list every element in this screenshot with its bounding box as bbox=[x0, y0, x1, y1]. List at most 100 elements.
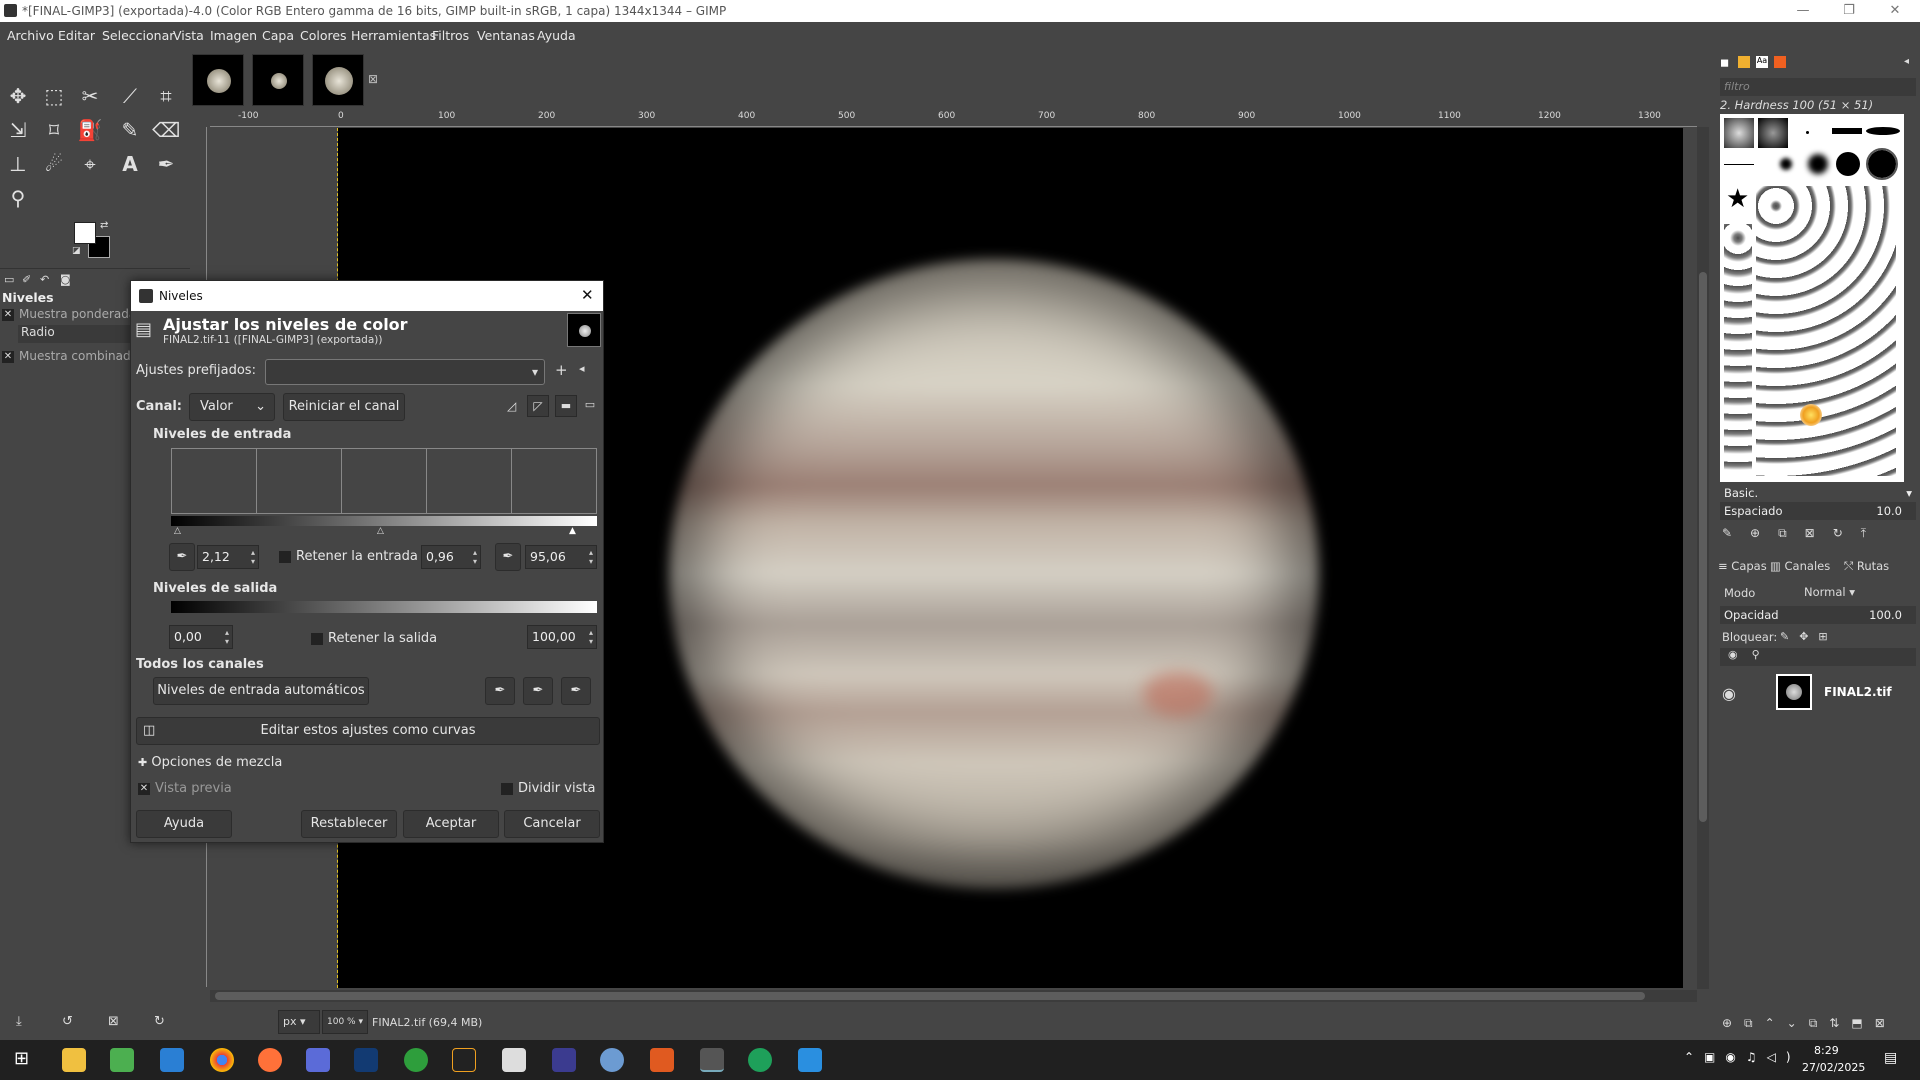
app-icon-8[interactable] bbox=[798, 1048, 822, 1072]
save-tool-preset-icon[interactable]: ⤓ bbox=[16, 1014, 22, 1029]
presets-select[interactable]: ▾ bbox=[265, 359, 545, 385]
layer-name[interactable]: FINAL2.tif bbox=[1824, 685, 1892, 699]
device-status-tab-icon[interactable]: ✐ bbox=[22, 273, 31, 286]
clock-time[interactable]: 8:29 bbox=[1814, 1044, 1839, 1057]
color-picker-tool-icon[interactable]: ✒ bbox=[152, 150, 180, 178]
menu-ayuda[interactable]: Ayuda bbox=[537, 28, 576, 43]
close-dialog-button[interactable]: ✕ bbox=[581, 286, 594, 304]
firefox-icon[interactable] bbox=[258, 1048, 282, 1072]
brush-grid[interactable]: ★ bbox=[1720, 114, 1904, 482]
scissors-tool-icon[interactable]: ✂ bbox=[76, 82, 104, 110]
close-image-tab-icon[interactable]: ⊠ bbox=[368, 72, 378, 86]
cancel-button[interactable]: Cancelar bbox=[504, 810, 600, 838]
spacing-slider[interactable]: Espaciado 10.0 bbox=[1720, 502, 1916, 520]
blend-options-expander[interactable]: ✚ Opciones de mezcla bbox=[138, 755, 282, 770]
brush-filter-input[interactable]: filtro bbox=[1720, 78, 1916, 96]
input-high-spin[interactable]: 95,06 ▴ ▾ bbox=[525, 545, 597, 569]
notepad-icon[interactable] bbox=[110, 1048, 134, 1072]
menu-ventanas[interactable]: Ventanas bbox=[477, 28, 535, 43]
app-icon-2[interactable] bbox=[404, 1048, 428, 1072]
white-picker-icon[interactable]: ✒ bbox=[495, 543, 521, 571]
keep-output-check[interactable]: Retener la salida bbox=[311, 631, 437, 646]
output-low-spin[interactable]: 0,00 ▴ ▾ bbox=[169, 625, 233, 649]
menu-herramientas[interactable]: Herramientas bbox=[351, 28, 436, 43]
app-icon-5[interactable] bbox=[600, 1048, 624, 1072]
histogram-view-icon-2[interactable]: ▭ bbox=[579, 395, 601, 417]
brushes-tab-icon[interactable]: ◼ bbox=[1720, 56, 1729, 69]
sample-average-option[interactable]: ✕ Muestra ponderada bbox=[2, 307, 132, 325]
black-point-handle[interactable]: △ bbox=[174, 526, 181, 536]
menu-archivo[interactable]: Archivo bbox=[7, 28, 54, 43]
patterns-tab-icon[interactable] bbox=[1738, 56, 1750, 68]
default-colors-icon[interactable]: ◪ bbox=[72, 246, 81, 256]
help-button[interactable]: Ayuda bbox=[136, 810, 232, 838]
zoom-select[interactable]: 100 % ▾ bbox=[322, 1010, 368, 1034]
eraser-tool-icon[interactable]: ⌫ bbox=[152, 116, 180, 144]
auto-levels-button[interactable]: Niveles de entrada automáticos bbox=[153, 677, 369, 705]
fonts-tab-icon[interactable]: Aa bbox=[1756, 56, 1768, 68]
log-histogram-icon[interactable]: ◸ bbox=[527, 395, 549, 417]
system-tray-icons[interactable]: ⌃▣◉♫◁) bbox=[1684, 1050, 1801, 1064]
app-icon-6[interactable] bbox=[650, 1048, 674, 1072]
menu-seleccionar[interactable]: Seleccionar bbox=[102, 28, 174, 43]
asi-icon[interactable] bbox=[552, 1048, 576, 1072]
rect-select-tool-icon[interactable]: ⬚ bbox=[40, 82, 68, 110]
chrome-icon[interactable] bbox=[210, 1048, 234, 1072]
maximize-button[interactable]: ❐ bbox=[1826, 0, 1872, 22]
clone-tool-icon[interactable]: ⊥ bbox=[4, 150, 32, 178]
brush-tag-select[interactable]: Basic. ▾ bbox=[1720, 484, 1916, 502]
app-icon-4[interactable] bbox=[502, 1048, 526, 1072]
linear-histogram-icon[interactable]: ◿ bbox=[507, 399, 516, 413]
perspective-tool-icon[interactable]: ⌑ bbox=[40, 116, 68, 144]
app-icon-7[interactable] bbox=[748, 1048, 772, 1072]
vertical-scrollbar[interactable] bbox=[1697, 127, 1709, 989]
tab-rutas[interactable]: ⤲ Rutas bbox=[1844, 559, 1889, 574]
menu-filtros[interactable]: Filtros bbox=[432, 28, 469, 43]
menu-vista[interactable]: Vista bbox=[173, 28, 204, 43]
paintbrush-tool-icon[interactable]: ✎ bbox=[116, 116, 144, 144]
tab-capas[interactable]: ≡ Capas bbox=[1718, 559, 1767, 573]
split-view-check[interactable]: Dividir vista bbox=[501, 781, 595, 796]
file-explorer-icon[interactable] bbox=[62, 1048, 86, 1072]
unit-select[interactable]: px ▾ bbox=[278, 1010, 320, 1034]
images-tab-icon[interactable]: ◙ bbox=[60, 273, 71, 286]
zoom-tool-icon[interactable]: ⚲ bbox=[4, 184, 32, 212]
layer-actions[interactable]: ⊕⧉⌃⌄⧉⇅⬒⊠ bbox=[1722, 1016, 1897, 1031]
opacity-slider[interactable]: Opacidad 100.0 bbox=[1720, 606, 1916, 624]
preset-menu-icon[interactable]: ◂ bbox=[579, 362, 585, 375]
image-tab-3[interactable] bbox=[312, 54, 364, 106]
scale-tool-icon[interactable]: ⇲ bbox=[4, 116, 32, 144]
delete-tool-preset-icon[interactable]: ⊠ bbox=[108, 1014, 119, 1029]
notifications-icon[interactable]: ▤ bbox=[1884, 1050, 1897, 1066]
menu-imagen[interactable]: Imagen bbox=[210, 28, 257, 43]
horizontal-scrollbar[interactable] bbox=[210, 990, 1697, 1002]
close-window-button[interactable]: ✕ bbox=[1872, 0, 1918, 22]
white-point-handle[interactable]: ▲ bbox=[569, 526, 576, 536]
channel-select[interactable]: Valor ⌄ bbox=[189, 393, 275, 421]
radius-field[interactable]: Radio bbox=[18, 325, 130, 343]
gamma-spin[interactable]: 0,96 ▴ ▾ bbox=[421, 545, 481, 569]
reset-button[interactable]: Restablecer bbox=[301, 810, 397, 838]
histogram-view-icon-1[interactable]: ▬ bbox=[555, 395, 577, 417]
pick-black-all-icon[interactable]: ✒ bbox=[485, 677, 515, 705]
tab-canales[interactable]: ▥ Canales bbox=[1770, 559, 1830, 573]
black-picker-icon[interactable]: ✒ bbox=[169, 543, 195, 571]
brush-actions[interactable]: ✎⊕⧉⊠↻⤒ bbox=[1722, 526, 1884, 541]
image-tab-2[interactable] bbox=[252, 54, 304, 106]
foreground-color-swatch[interactable] bbox=[74, 222, 96, 244]
tool-options-tab-icon[interactable]: ▭ bbox=[4, 273, 14, 286]
vscode-icon[interactable] bbox=[160, 1048, 184, 1072]
mode-select[interactable]: Normal ▾ bbox=[1804, 582, 1884, 602]
windows-start-icon[interactable]: ⊞ bbox=[14, 1048, 29, 1069]
preview-check[interactable]: ✕ Vista previa bbox=[138, 781, 232, 796]
menu-editar[interactable]: Editar bbox=[58, 28, 95, 43]
menu-colores[interactable]: Colores bbox=[300, 28, 347, 43]
restore-tool-preset-icon[interactable]: ↺ bbox=[62, 1014, 73, 1029]
crop-tool-icon[interactable]: ⌗ bbox=[152, 82, 180, 110]
bucket-fill-tool-icon[interactable]: ⛽ bbox=[76, 116, 104, 144]
dock-menu-icon[interactable]: ◂ bbox=[1904, 56, 1909, 67]
fuzzy-select-tool-icon[interactable]: ⟋ bbox=[116, 82, 144, 110]
app-icon-1[interactable] bbox=[306, 1048, 330, 1072]
input-low-spin[interactable]: 2,12 ▴ ▾ bbox=[197, 545, 259, 569]
output-high-spin[interactable]: 100,00 ▴ ▾ bbox=[527, 625, 597, 649]
